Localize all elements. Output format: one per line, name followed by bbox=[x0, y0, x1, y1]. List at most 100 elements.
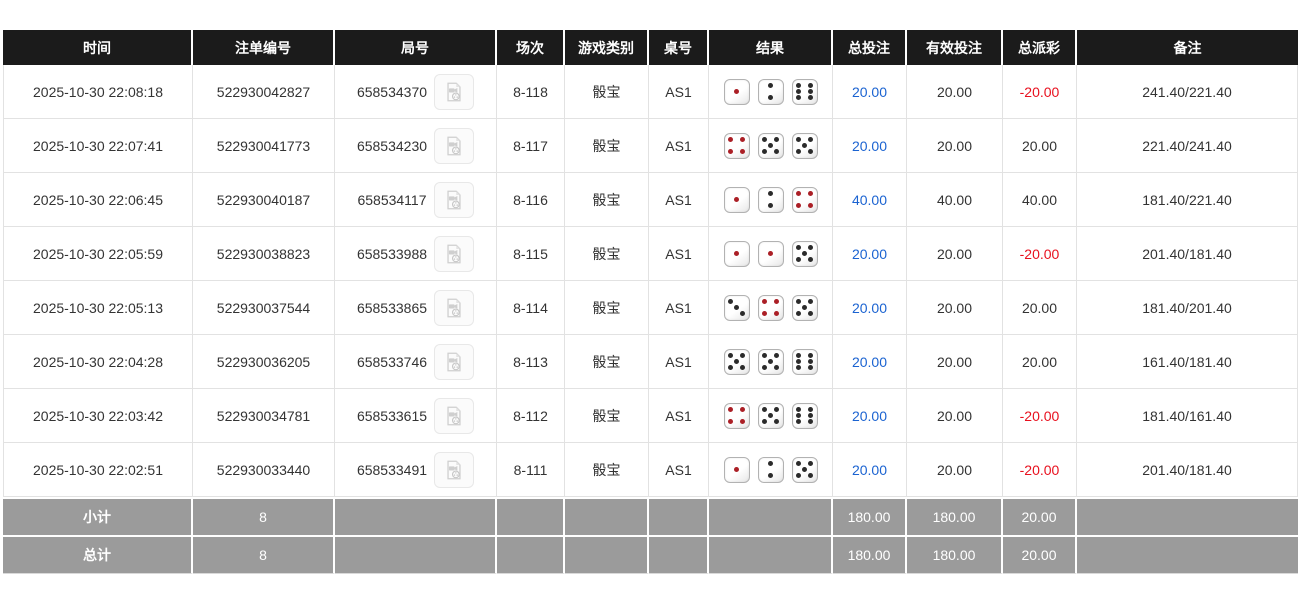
payout-cell: -20.00 bbox=[1003, 389, 1077, 443]
video-replay-button[interactable] bbox=[434, 236, 474, 272]
dice-result bbox=[709, 349, 832, 375]
die-face-6 bbox=[792, 403, 818, 429]
die-face-6 bbox=[792, 79, 818, 105]
remark-cell: 181.40/221.40 bbox=[1077, 173, 1298, 227]
dice-result bbox=[709, 79, 832, 105]
video-replay-button[interactable] bbox=[434, 74, 474, 110]
result-cell bbox=[709, 65, 833, 119]
game-type-cell: 骰宝 bbox=[565, 281, 649, 335]
round-id-inner: 658533615 bbox=[357, 398, 474, 434]
footer-empty-round bbox=[335, 497, 497, 535]
video-icon bbox=[443, 81, 465, 103]
dice-result bbox=[709, 295, 832, 321]
video-replay-button[interactable] bbox=[434, 344, 474, 380]
round-id-inner: 658534117 bbox=[357, 182, 473, 218]
die-face-5 bbox=[792, 295, 818, 321]
round-id-cell: 658533988 bbox=[335, 227, 497, 281]
round-id-inner: 658533746 bbox=[357, 344, 474, 380]
die-face-5 bbox=[792, 133, 818, 159]
valid-bet-cell: 20.00 bbox=[907, 227, 1003, 281]
die-face-2 bbox=[758, 187, 784, 213]
valid-bet-cell: 20.00 bbox=[907, 65, 1003, 119]
die-face-1 bbox=[758, 241, 784, 267]
table-no-cell: AS1 bbox=[649, 119, 709, 173]
payout-cell: -20.00 bbox=[1003, 227, 1077, 281]
round-id-text: 658533746 bbox=[357, 354, 427, 370]
total-bet-cell: 20.00 bbox=[833, 227, 907, 281]
session-cell: 8-113 bbox=[497, 335, 565, 389]
column-header-total_bet: 总投注 bbox=[833, 30, 907, 65]
round-id-text: 658533865 bbox=[357, 300, 427, 316]
die-face-1 bbox=[724, 457, 750, 483]
table-footer: 小计8180.00180.0020.00总计8180.00180.0020.00 bbox=[3, 497, 1298, 574]
game-type-cell: 骰宝 bbox=[565, 389, 649, 443]
video-replay-button[interactable] bbox=[434, 290, 474, 326]
game-type-cell: 骰宝 bbox=[565, 443, 649, 497]
round-id-text: 658534117 bbox=[357, 192, 426, 208]
footer-total-bet-cell: 180.00 bbox=[833, 535, 907, 574]
time-cell: 2025-10-30 22:03:42 bbox=[3, 389, 193, 443]
session-cell: 8-114 bbox=[497, 281, 565, 335]
die-face-1 bbox=[724, 79, 750, 105]
die-face-5 bbox=[758, 403, 784, 429]
grand-total-row: 总计8180.00180.0020.00 bbox=[3, 535, 1298, 574]
result-cell bbox=[709, 335, 833, 389]
round-id-cell: 658534230 bbox=[335, 119, 497, 173]
round-id-cell: 658534370 bbox=[335, 65, 497, 119]
column-header-payout: 总派彩 bbox=[1003, 30, 1077, 65]
footer-count-cell: 8 bbox=[193, 535, 335, 574]
column-header-session: 场次 bbox=[497, 30, 565, 65]
footer-empty-table bbox=[649, 535, 709, 574]
die-face-1 bbox=[724, 187, 750, 213]
round-id-inner: 658534370 bbox=[357, 74, 474, 110]
remark-cell: 241.40/221.40 bbox=[1077, 65, 1298, 119]
session-cell: 8-118 bbox=[497, 65, 565, 119]
time-cell: 2025-10-30 22:08:18 bbox=[3, 65, 193, 119]
video-replay-button[interactable] bbox=[434, 398, 474, 434]
game-type-cell: 骰宝 bbox=[565, 335, 649, 389]
time-cell: 2025-10-30 22:07:41 bbox=[3, 119, 193, 173]
round-id-cell: 658533865 bbox=[335, 281, 497, 335]
time-cell: 2025-10-30 22:05:13 bbox=[3, 281, 193, 335]
valid-bet-cell: 20.00 bbox=[907, 443, 1003, 497]
video-replay-button[interactable] bbox=[434, 452, 474, 488]
die-face-2 bbox=[758, 457, 784, 483]
bet-id-cell: 522930040187 bbox=[193, 173, 335, 227]
session-cell: 8-111 bbox=[497, 443, 565, 497]
dice-result bbox=[709, 133, 832, 159]
table-row: 2025-10-30 22:04:28522930036205658533746… bbox=[3, 335, 1298, 389]
round-id-cell: 658533746 bbox=[335, 335, 497, 389]
payout-cell: -20.00 bbox=[1003, 443, 1077, 497]
table-no-cell: AS1 bbox=[649, 65, 709, 119]
video-icon bbox=[443, 351, 465, 373]
table-no-cell: AS1 bbox=[649, 389, 709, 443]
die-face-4 bbox=[758, 295, 784, 321]
remark-cell: 181.40/161.40 bbox=[1077, 389, 1298, 443]
footer-empty-session bbox=[497, 497, 565, 535]
bet-id-cell: 522930038823 bbox=[193, 227, 335, 281]
footer-valid-bet-cell: 180.00 bbox=[907, 535, 1003, 574]
bet-id-cell: 522930036205 bbox=[193, 335, 335, 389]
footer-payout-cell: 20.00 bbox=[1003, 535, 1077, 574]
session-cell: 8-112 bbox=[497, 389, 565, 443]
game-type-cell: 骰宝 bbox=[565, 65, 649, 119]
table-row: 2025-10-30 22:07:41522930041773658534230… bbox=[3, 119, 1298, 173]
footer-payout-cell: 20.00 bbox=[1003, 497, 1077, 535]
session-cell: 8-117 bbox=[497, 119, 565, 173]
round-id-text: 658534230 bbox=[357, 138, 427, 154]
video-replay-button[interactable] bbox=[434, 128, 474, 164]
valid-bet-cell: 20.00 bbox=[907, 119, 1003, 173]
total-bet-cell: 20.00 bbox=[833, 389, 907, 443]
payout-cell: 20.00 bbox=[1003, 335, 1077, 389]
column-header-result: 结果 bbox=[709, 30, 833, 65]
total-bet-cell: 20.00 bbox=[833, 335, 907, 389]
remark-cell: 221.40/241.40 bbox=[1077, 119, 1298, 173]
result-cell bbox=[709, 173, 833, 227]
table-body: 2025-10-30 22:08:18522930042827658534370… bbox=[3, 65, 1298, 497]
round-id-cell: 658533491 bbox=[335, 443, 497, 497]
game-type-cell: 骰宝 bbox=[565, 227, 649, 281]
video-replay-button[interactable] bbox=[434, 182, 474, 218]
time-cell: 2025-10-30 22:02:51 bbox=[3, 443, 193, 497]
footer-empty-remark bbox=[1077, 535, 1298, 574]
round-id-inner: 658533865 bbox=[357, 290, 474, 326]
